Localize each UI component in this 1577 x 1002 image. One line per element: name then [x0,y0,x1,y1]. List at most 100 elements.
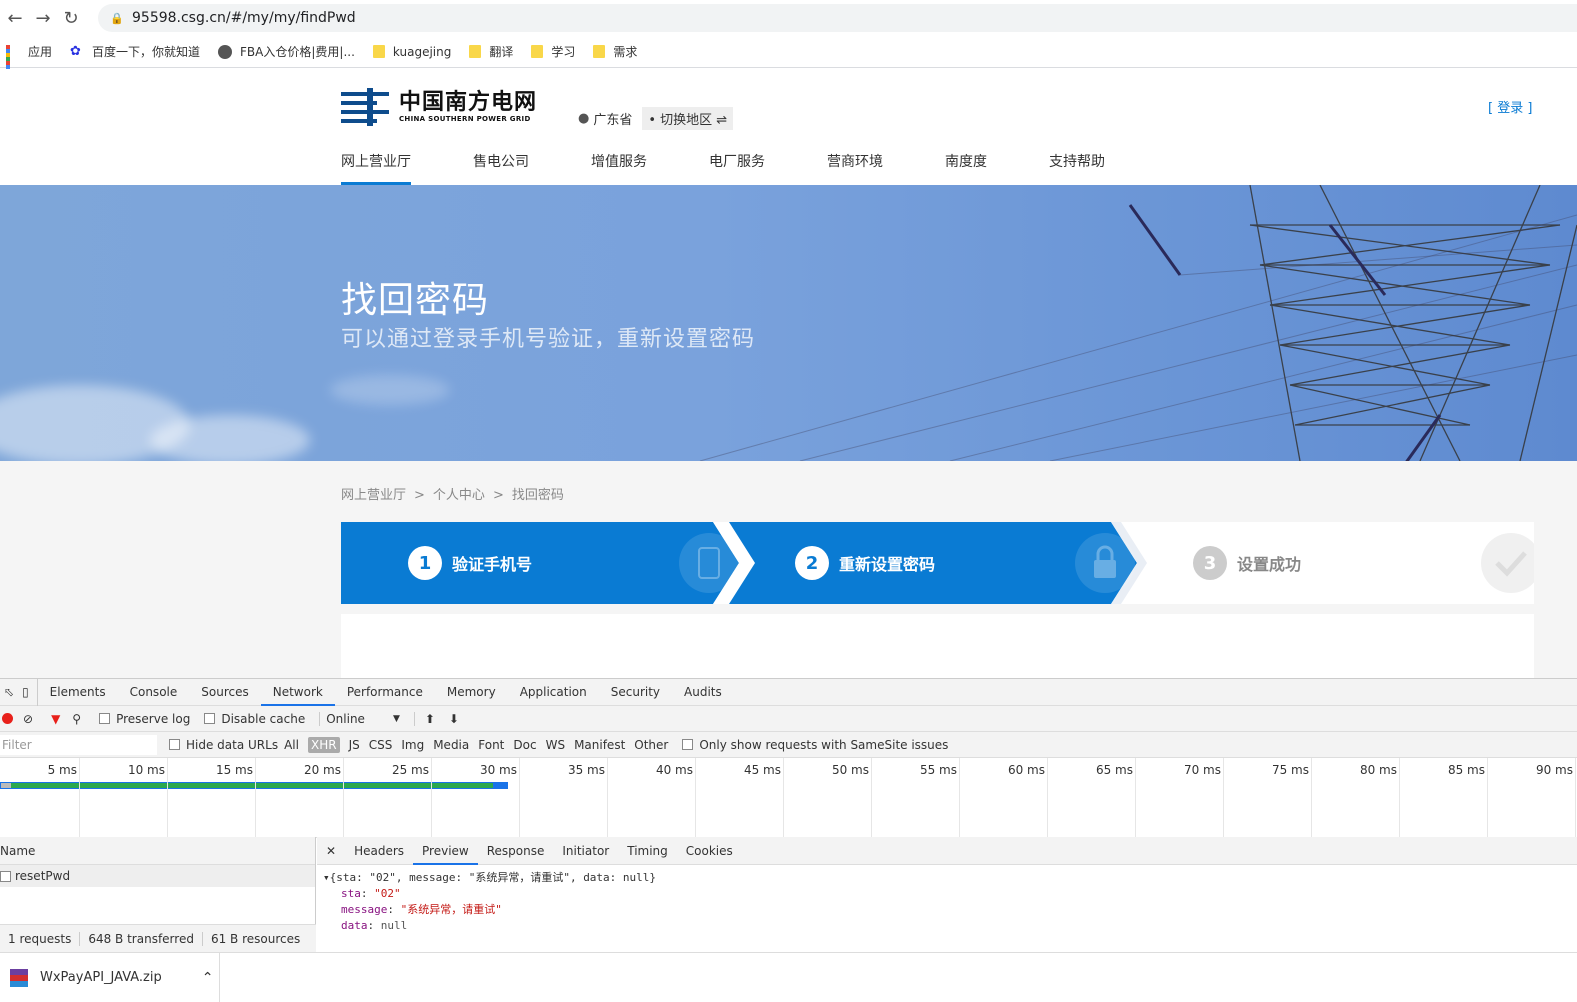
forward-icon[interactable]: → [30,5,56,31]
request-detail: ✕ Headers Preview Response Initiator Tim… [317,837,1577,952]
folder-icon [593,45,606,58]
nav-nandudu[interactable]: 南度度 [945,151,987,185]
timeline-tick: 10 ms [128,758,168,838]
reload-icon[interactable]: ↻ [58,5,84,31]
timeline-tick-label: 25 ms [391,763,429,777]
tab-audits[interactable]: Audits [672,679,734,706]
inspect-element-icon[interactable]: ⬁ [0,679,18,706]
close-icon[interactable]: ✕ [317,837,345,865]
nav-plant-service[interactable]: 电厂服务 [709,151,765,185]
download-filename: WxPayAPI_JAVA.zip [40,970,162,985]
breadcrumb-personal-center[interactable]: 个人中心 [433,488,485,503]
filter-ws[interactable]: WS [546,738,565,752]
request-row[interactable]: resetPwd [0,865,315,887]
filter-font[interactable]: Font [478,738,504,752]
nav-power-sales[interactable]: 售电公司 [473,151,529,185]
filter-media[interactable]: Media [433,738,469,752]
tab-elements[interactable]: Elements [38,679,118,706]
region-name: 广东省 [593,113,633,128]
expand-triangle-icon[interactable]: ▾ [323,871,330,884]
bookmark-baidu[interactable]: ✿ 百度一下，你就知道 [70,43,200,60]
back-icon[interactable]: ← [2,5,28,31]
tab-sources[interactable]: Sources [189,679,260,706]
bookmark-kuagejing[interactable]: kuagejing [372,45,451,59]
tab-timing[interactable]: Timing [618,837,677,865]
devtools-panel: ⬁ ▯ Elements Console Sources Network Per… [0,678,1577,952]
tab-console[interactable]: Console [118,679,190,706]
search-icon[interactable]: ⚲ [72,712,81,726]
timeline-tick: 60 ms [1008,758,1048,838]
folder-icon [531,45,544,58]
filter-manifest[interactable]: Manifest [574,738,625,752]
filter-doc[interactable]: Doc [513,738,536,752]
tab-headers[interactable]: Headers [345,837,413,865]
import-har-icon[interactable]: ⬆ [413,711,435,726]
bookmark-needs[interactable]: 需求 [593,43,637,60]
filter-other[interactable]: Other [634,738,668,752]
tab-initiator[interactable]: Initiator [553,837,618,865]
download-item[interactable]: WxPayAPI_JAVA.zip ⌃ [0,953,220,1002]
step-1: 1 验证手机号 [408,522,532,604]
filter-input[interactable]: Filter [0,734,157,755]
bookmark-apps[interactable]: 应用 [6,43,52,81]
clear-icon[interactable]: ⊘ [23,712,33,726]
page-subtitle: 可以通过登录手机号验证，重新设置密码 [341,327,756,352]
step-2-label: 重新设置密码 [839,555,936,574]
url-text: 95598.csg.cn/#/my/my/findPwd [132,10,356,26]
throttling-select[interactable]: Online ▼ [319,711,400,726]
resource-size: 61 B resources [210,931,301,946]
filter-css[interactable]: CSS [369,738,393,752]
name-column-header[interactable]: Name [0,837,315,865]
breadcrumb-online-hall[interactable]: 网上营业厅 [341,488,406,503]
nav-online-hall[interactable]: 网上营业厅 [341,151,411,185]
timeline-tick: 15 ms [216,758,256,838]
nav-business-env[interactable]: 营商环境 [827,151,883,185]
login-link[interactable]: [ 登录 ] [1488,97,1532,116]
samesite-checkbox[interactable]: Only show requests with SameSite issues [682,738,948,752]
logo-english: CHINA SOUTHERN POWER GRID [399,115,531,123]
preserve-log-checkbox[interactable]: Preserve log [99,712,190,726]
json-summary-line[interactable]: ▾{sta: "02", message: "系统异常，请重试", data: … [323,870,1577,886]
main-nav: 网上营业厅 售电公司 增值服务 电厂服务 营商环境 南度度 支持帮助 [341,151,1167,185]
tab-performance[interactable]: Performance [335,679,435,706]
site-logo[interactable]: 中国南方电网 CHINA SOUTHERN POWER GRID [341,88,537,126]
step-1-label: 验证手机号 [452,555,533,574]
chevron-up-icon[interactable]: ⌃ [202,970,214,986]
device-toolbar-icon[interactable]: ▯ [18,678,38,706]
filter-img[interactable]: Img [401,738,424,752]
tab-preview[interactable]: Preview [413,837,478,865]
timeline-tick-label: 50 ms [831,763,869,777]
nav-value-added[interactable]: 增值服务 [591,151,647,185]
timeline-tick-label: 70 ms [1183,763,1221,777]
json-preview: ▾{sta: "02", message: "系统异常，请重试", data: … [317,865,1577,934]
tab-memory[interactable]: Memory [435,679,508,706]
timeline-tick-label: 40 ms [655,763,693,777]
timeline-tick: 45 ms [744,758,784,838]
filter-js[interactable]: JS [349,738,360,752]
filter-all[interactable]: All [284,738,299,752]
disable-cache-checkbox[interactable]: Disable cache [204,712,305,726]
transferred-size: 648 B transferred [80,931,203,946]
record-icon[interactable] [2,713,13,724]
tab-security[interactable]: Security [599,679,672,706]
hide-data-urls-checkbox[interactable]: Hide data URLs [169,738,278,752]
export-har-icon[interactable]: ⬇ [449,712,459,726]
tab-network[interactable]: Network [260,679,335,706]
tab-cookies[interactable]: Cookies [677,837,742,865]
url-bar[interactable]: 🔒 95598.csg.cn/#/my/my/findPwd [98,4,1577,32]
timeline-tick: 75 ms [1272,758,1312,838]
step-2: 2 重新设置密码 [795,522,935,604]
bookmark-translate[interactable]: 翻译 [469,43,513,60]
bookmark-study[interactable]: 学习 [531,43,575,60]
filter-icon[interactable]: ▼ [51,712,60,726]
nav-support[interactable]: 支持帮助 [1049,151,1105,185]
timeline-tick: 70 ms [1184,758,1224,838]
document-icon [0,870,11,882]
switch-region-button[interactable]: • 切换地区 ⇌ [642,107,734,130]
timeline-tick-label: 55 ms [919,763,957,777]
tab-application[interactable]: Application [508,679,599,706]
bookmark-fba[interactable]: FBA入仓价格|费用|... [218,43,355,60]
form-panel [341,614,1534,678]
filter-xhr[interactable]: XHR [307,736,340,753]
tab-response[interactable]: Response [478,837,554,865]
